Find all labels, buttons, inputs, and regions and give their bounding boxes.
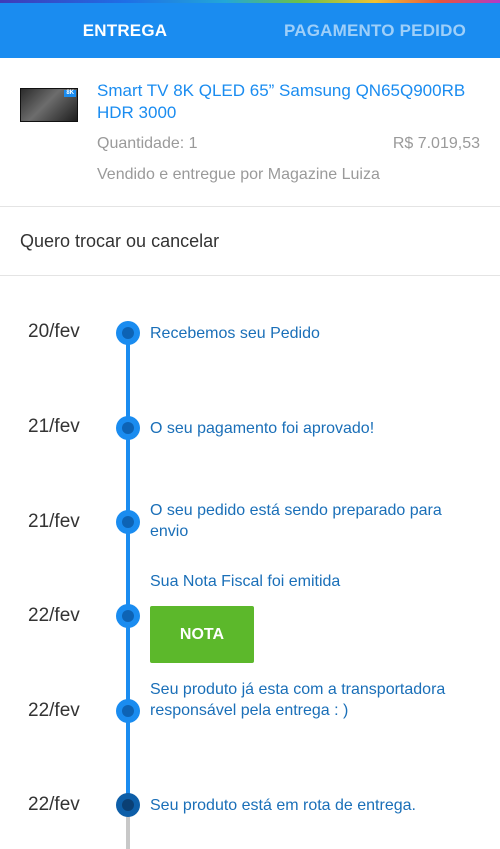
- thumbnail-badge: 8K: [64, 90, 76, 97]
- step-dot-icon: [116, 793, 140, 817]
- step-date: 22/fev: [28, 605, 80, 626]
- step-dot-icon: [116, 699, 140, 723]
- step-date: 21/fev: [28, 416, 80, 437]
- step-date: 21/fev: [28, 511, 80, 532]
- product-summary[interactable]: 8K Smart TV 8K QLED 65” Samsung QN65Q900…: [0, 58, 500, 206]
- step-date: 22/fev: [28, 700, 80, 721]
- step-dot-icon: [116, 321, 140, 345]
- divider: [0, 206, 500, 207]
- top-tab-bar: ENTREGA PAGAMENTO PEDIDO: [0, 0, 500, 58]
- product-quantity: Quantidade: 1: [97, 135, 198, 152]
- step-text: Sua Nota Fiscal foi emitida: [150, 573, 341, 590]
- step-dot-icon: [116, 416, 140, 440]
- tab-delivery[interactable]: ENTREGA: [0, 0, 250, 58]
- product-price: R$ 7.019,53: [392, 135, 480, 152]
- step-text: Recebemos seu Pedido: [150, 325, 320, 342]
- step-date: 22/fev: [28, 794, 80, 815]
- step-dot-icon: [116, 604, 140, 628]
- tab-payment[interactable]: PAGAMENTO PEDIDO: [250, 0, 500, 58]
- step-text: O seu pagamento foi aprovado!: [150, 420, 375, 437]
- product-name[interactable]: Smart TV 8K QLED 65” Samsung QN65Q900RB …: [97, 80, 487, 124]
- product-seller: Vendido e entregue por Magazine Luiza: [97, 166, 380, 183]
- step-text: Seu produto está em rota de entrega.: [150, 797, 416, 814]
- timeline-line: [126, 331, 130, 799]
- step-date: 20/fev: [28, 321, 80, 342]
- step-dot-icon: [116, 510, 140, 534]
- exchange-cancel-link[interactable]: Quero trocar ou cancelar: [20, 231, 219, 252]
- step-text: O seu pedido está sendo preparado para e…: [150, 502, 442, 540]
- nota-fiscal-button[interactable]: NOTA: [150, 606, 254, 663]
- product-thumbnail: 8K: [20, 88, 78, 122]
- order-timeline: 20/fev Recebemos seu Pedido 21/fev O seu…: [0, 275, 500, 849]
- step-text: Seu produto já esta com a transportadora…: [150, 681, 446, 719]
